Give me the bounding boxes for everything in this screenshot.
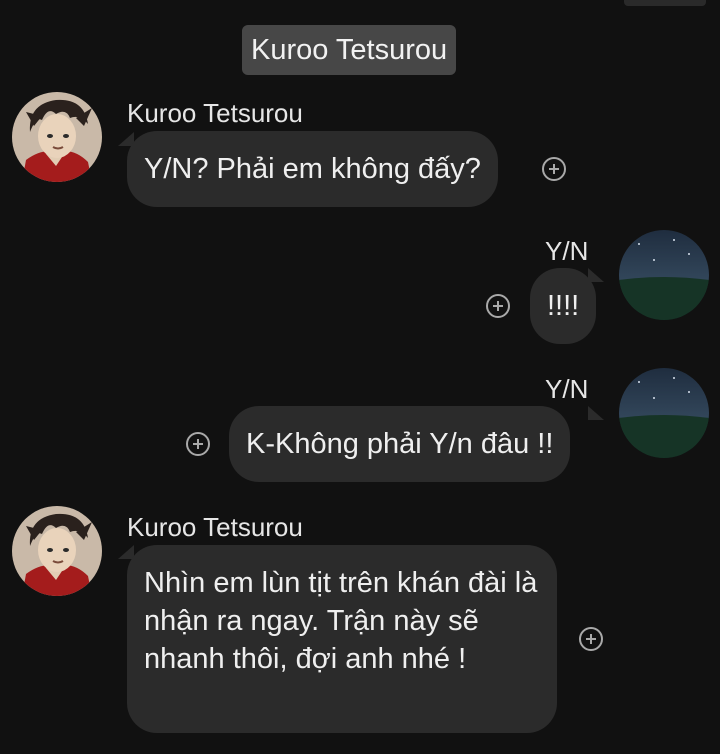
message-bubble[interactable]: Y/N? Phải em không đấy? [127,131,498,207]
kuroo-avatar-icon[interactable] [12,506,102,596]
sender-name: Y/N [545,236,589,266]
top-edge-fragment [624,0,706,6]
chat-title-chip: Kuroo Tetsurou [242,25,457,75]
night-sky-avatar-icon[interactable] [619,230,709,320]
sender-name: Y/N [545,374,589,404]
message-bubble[interactable]: K-Không phải Y/n đâu !! [229,406,571,482]
sender-name: Kuroo Tetsurou [127,512,303,542]
night-sky-avatar-icon[interactable] [619,368,709,458]
message-bubble[interactable]: Nhìn em lùn tịt trên khán đài là nhận ra… [127,545,557,733]
sender-name: Kuroo Tetsurou [127,98,303,128]
add-reaction-button[interactable] [579,627,603,651]
add-reaction-button[interactable] [542,157,566,181]
kuroo-avatar-icon[interactable] [12,92,102,182]
add-reaction-button[interactable] [186,432,210,456]
add-reaction-button[interactable] [486,294,510,318]
message-bubble[interactable]: !!!! [530,268,597,344]
bubble-tail [588,406,604,420]
